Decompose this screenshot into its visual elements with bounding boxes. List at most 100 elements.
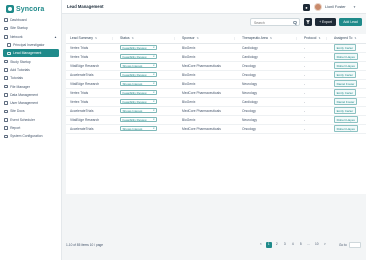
assignee-tag[interactable]: Robert Hayes: [334, 125, 358, 132]
therapeutic-area-cell: Neurology: [238, 115, 300, 125]
table-row[interactable]: Vertex Trials Feasibility Review ▾ BioGenix…: [66, 97, 366, 107]
assignee-tag[interactable]: Robert Hayes: [334, 62, 358, 69]
search-box[interactable]: [250, 18, 300, 26]
sidebar-item-report[interactable]: Report: [0, 124, 61, 132]
page-button[interactable]: 10: [314, 242, 320, 248]
sidebar-item-label: File Manager: [10, 84, 30, 89]
goto-page-input[interactable]: [349, 242, 361, 248]
sidebar-item-lead-management[interactable]: Lead Management: [3, 49, 59, 58]
column-menu-icon[interactable]: ⋮: [325, 36, 328, 40]
sidebar-item-event-scheduler[interactable]: Event Scheduler: [0, 116, 61, 124]
user-name[interactable]: Lionil Foster: [325, 5, 346, 9]
sidebar-item-principal-investigator[interactable]: Principal Investigator: [0, 41, 61, 49]
chevron-up-icon[interactable]: ▲: [54, 35, 57, 39]
sidebar-item-study-startup[interactable]: Study Startup: [0, 57, 61, 65]
next-page-button[interactable]: >: [322, 242, 328, 248]
table-row[interactable]: Vertex Trials Feasibility Review ▾ BioGenix…: [66, 43, 366, 53]
column-menu-icon[interactable]: ⋮: [233, 36, 236, 40]
page-button[interactable]: 1: [266, 242, 272, 248]
table-row[interactable]: AccelerateTrials Shows Interest ▾ MedCore P…: [66, 124, 366, 134]
status-select[interactable]: Shows Interest ▾: [120, 107, 157, 114]
network-icon: [4, 34, 8, 39]
column-header[interactable]: Therapeutic Area ⇅ ⋮: [238, 34, 300, 44]
table-row[interactable]: AccelerateTrials Shows Interest ▾ MedCore P…: [66, 106, 366, 116]
status-select[interactable]: Feasibility Review ▾: [120, 53, 157, 60]
sidebar-item-label: Site Docs: [10, 109, 25, 114]
sponsor-cell: BioGenix: [178, 115, 238, 125]
status-select[interactable]: Feasibility Review ▾: [120, 89, 157, 96]
filter-button[interactable]: [304, 18, 312, 26]
table-row[interactable]: VitalEdge Research Shows Interest ▾ MedCore…: [66, 61, 366, 71]
status-select[interactable]: Feasibility Review ▾: [120, 44, 157, 51]
table-row[interactable]: Vertex Trials Feasibility Review ▾ MedCore …: [66, 88, 366, 98]
assignee-tag[interactable]: Emily Carter: [334, 107, 356, 114]
column-header[interactable]: Protocol ⇅ ⋮: [300, 34, 330, 44]
status-select[interactable]: Shows Interest ▾: [120, 80, 157, 87]
table-row[interactable]: AccelerateTrials Feasibility Review ▾ BioGe…: [66, 70, 366, 80]
sidebar-item-site-startup[interactable]: Site Startup: [0, 24, 61, 32]
sort-icon[interactable]: ⇅: [318, 37, 320, 40]
sort-icon[interactable]: ⇅: [354, 37, 356, 40]
page-button[interactable]: ...: [306, 242, 312, 248]
avatar[interactable]: [314, 3, 322, 11]
sidebar-item-data-management[interactable]: Data Management: [0, 91, 61, 99]
chevron-down-icon[interactable]: ▼: [353, 5, 356, 9]
assignee-tag[interactable]: Emily Carter: [334, 71, 356, 78]
search-icon[interactable]: [293, 20, 297, 25]
column-header[interactable]: Sponsor ⇅ ⋮: [178, 34, 238, 44]
assignee-tag[interactable]: Daniel Foster: [334, 80, 358, 87]
sort-icon[interactable]: ⇅: [197, 37, 199, 40]
user-icon: [7, 43, 11, 47]
search-input[interactable]: [254, 20, 292, 26]
add-lead-button[interactable]: Add Lead: [339, 18, 362, 26]
status-select[interactable]: Feasibility Review ▾: [120, 116, 157, 123]
assignee-tag[interactable]: Daniel Foster: [334, 98, 358, 105]
table-row[interactable]: VitalEdge Research Shows Interest ▾ BioGeni…: [66, 79, 366, 89]
assignee-tag[interactable]: Emily Carter: [334, 89, 356, 96]
notification-bell-icon[interactable]: ●: [303, 3, 310, 11]
sidebar-item-dashboard[interactable]: Dashboard: [0, 16, 61, 24]
table-row[interactable]: Vertex Trials Feasibility Review ▾ BioGenix…: [66, 52, 366, 62]
status-value: Shows Interest: [122, 63, 143, 68]
document-icon: [4, 109, 8, 114]
column-menu-icon[interactable]: ⋮: [111, 36, 114, 40]
status-select[interactable]: Feasibility Review ▾: [120, 98, 157, 105]
sidebar-item-system-configuration[interactable]: System Configuration: [0, 132, 61, 140]
table-row[interactable]: VitalEdge Research Feasibility Review ▾ Bio…: [66, 115, 366, 125]
sidebar-item-tutorials[interactable]: Tutorials: [0, 74, 61, 82]
assignee-tag[interactable]: Emily Carter: [334, 44, 356, 51]
sidebar-item-network[interactable]: Network ▲: [0, 33, 61, 41]
sidebar-item-label: Report: [10, 126, 21, 130]
status-select[interactable]: Shows Interest ▾: [120, 125, 157, 132]
column-menu-icon[interactable]: ⋮: [173, 36, 176, 40]
export-button[interactable]: + Export: [315, 18, 336, 26]
status-cell: Shows Interest ▾: [116, 79, 178, 89]
page-button[interactable]: 3: [282, 242, 288, 248]
sort-icon[interactable]: ⇅: [132, 37, 134, 40]
prev-page-button[interactable]: <: [258, 242, 264, 248]
sidebar-item-label: Event Scheduler: [10, 117, 35, 122]
logo[interactable]: Syncora: [6, 4, 44, 14]
column-menu-icon[interactable]: ⋮: [295, 36, 298, 40]
page-button[interactable]: 4: [290, 242, 296, 248]
status-value: Feasibility Review: [122, 99, 147, 104]
sort-icon[interactable]: ⇅: [270, 37, 272, 40]
status-select[interactable]: Feasibility Review ▾: [120, 71, 157, 78]
assignee-tag[interactable]: Robert Hayes: [334, 116, 358, 123]
sort-icon[interactable]: ⇅: [95, 37, 97, 40]
lead-summary-cell: VitalEdge Research: [66, 115, 116, 125]
sidebar: Syncora Dashboard Site Startup Network ▲ Pri…: [0, 0, 62, 260]
page-button[interactable]: 2: [274, 242, 280, 248]
page-button[interactable]: 5: [298, 242, 304, 248]
column-header[interactable]: Lead Summary ⇅ ⋮: [66, 34, 116, 44]
lead-summary-cell: VitalEdge Research: [66, 61, 116, 71]
assignee-tag[interactable]: Robert Hayes: [334, 53, 358, 60]
sidebar-item-user-management[interactable]: User Management: [0, 99, 61, 107]
column-header[interactable]: Assigned To⇅⋮: [330, 34, 366, 44]
lead-summary-cell: AccelerateTrials: [66, 70, 116, 80]
status-select[interactable]: Shows Interest ▾: [120, 62, 157, 69]
sidebar-item-add-tutorials[interactable]: Add Tutorials: [0, 66, 61, 74]
sidebar-item-file-manager[interactable]: File Manager: [0, 82, 61, 90]
sidebar-item-site-docs[interactable]: Site Docs: [0, 107, 61, 115]
column-header[interactable]: Status ⇅ ⋮: [116, 34, 178, 44]
